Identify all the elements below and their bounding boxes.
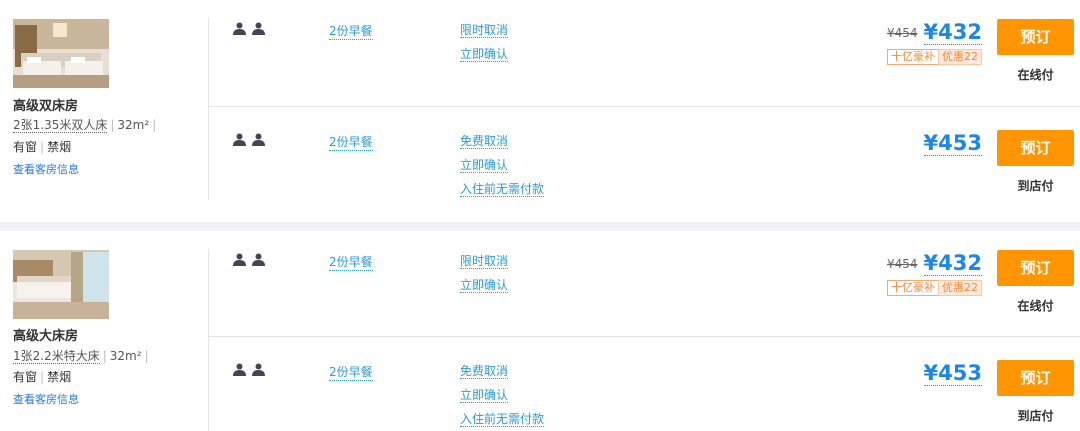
confirm-policy[interactable]: 立即确认 [460, 386, 544, 403]
room-area: 32m² [109, 349, 142, 363]
bed-type[interactable]: 2张1.35米双人床 [13, 118, 108, 133]
person-icon [233, 363, 246, 376]
confirm-policy[interactable]: 立即确认 [460, 156, 544, 173]
room-bed-info: 1张2.2米特大床 | 32m² | [13, 349, 149, 364]
cancel-policy[interactable]: 免费取消 [460, 132, 544, 149]
room-info: 高级大床房 1张2.2米特大床 | 32m² | 有窗 | 禁烟 查看客房信息 [0, 231, 208, 431]
policy-list: 免费取消 立即确认 入住前无需付款 [460, 132, 545, 204]
room-photo[interactable] [13, 250, 109, 319]
book-button[interactable]: 预订 [997, 130, 1074, 166]
meal-info[interactable]: 2份早餐 [329, 253, 373, 271]
discount-tag: 优惠22 [938, 280, 982, 296]
current-price[interactable]: ¥432 [923, 251, 982, 276]
current-price[interactable]: ¥453 [923, 131, 982, 156]
discount-tag: 优惠22 [938, 49, 982, 65]
smoking-info: 禁烟 [47, 370, 72, 384]
cancel-policy[interactable]: 免费取消 [460, 362, 544, 379]
occupancy [233, 253, 273, 269]
meal-info[interactable]: 2份早餐 [329, 22, 373, 40]
rate-row: 2份早餐 限时取消 立即确认 ¥454 ¥432 十亿豪补 优惠22 预订 在线付 [209, 231, 1080, 337]
room-area: 32m² [117, 118, 150, 132]
person-icon [233, 253, 246, 266]
payment-type: 到店付 [1017, 409, 1054, 423]
room-name: 高级大床房 [13, 329, 79, 344]
room-info: 高级双床房 2张1.35米双人床 | 32m² | 有窗 | 禁烟 查看客房信息 [0, 0, 208, 222]
bed-type[interactable]: 1张2.2米特大床 [13, 349, 100, 364]
cancel-policy[interactable]: 限时取消 [460, 21, 509, 38]
room-info-link[interactable]: 查看客房信息 [13, 161, 79, 177]
current-price[interactable]: ¥432 [923, 20, 982, 45]
window-info: 有窗 [13, 140, 38, 154]
confirm-policy[interactable]: 立即确认 [460, 45, 509, 62]
original-price: ¥454 [887, 257, 918, 271]
smoking-info: 禁烟 [47, 140, 72, 154]
meal-info[interactable]: 2份早餐 [329, 133, 373, 151]
price-box: ¥454 ¥432 十亿豪补 优惠22 [887, 20, 982, 65]
payment-policy[interactable]: 入住前无需付款 [460, 180, 545, 197]
room-card: 高级大床房 1张2.2米特大床 | 32m² | 有窗 | 禁烟 查看客房信息 2份早餐 … [0, 231, 1080, 431]
price-box: ¥454 ¥432 十亿豪补 优惠22 [887, 251, 982, 296]
payment-type: 在线付 [1017, 299, 1054, 313]
window-info: 有窗 [13, 370, 38, 384]
subsidy-tag: 十亿豪补 [887, 280, 939, 296]
room-extra: 有窗 | 禁烟 [13, 370, 72, 384]
room-card: 高级双床房 2张1.35米双人床 | 32m² | 有窗 | 禁烟 查看客房信息 2份早餐… [0, 0, 1080, 222]
policy-list: 免费取消 立即确认 入住前无需付款 [460, 362, 545, 431]
discount-tags: 十亿豪补 优惠22 [887, 49, 982, 65]
payment-policy[interactable]: 入住前无需付款 [460, 410, 545, 427]
room-name: 高级双床房 [13, 99, 79, 114]
confirm-policy[interactable]: 立即确认 [460, 276, 509, 293]
policy-list: 限时取消 立即确认 [460, 21, 509, 69]
book-button[interactable]: 预订 [997, 360, 1074, 396]
rate-row: 2份早餐 免费取消 立即确认 入住前无需付款 ¥453 预订 到店付 [209, 337, 1080, 431]
person-icon [252, 22, 265, 35]
price-box: ¥453 [923, 361, 982, 386]
meal-info[interactable]: 2份早餐 [329, 363, 373, 381]
section-gap [0, 222, 1080, 231]
room-bed-info: 2张1.35米双人床 | 32m² | [13, 118, 157, 133]
current-price[interactable]: ¥453 [923, 361, 982, 386]
rate-row: 2份早餐 免费取消 立即确认 入住前无需付款 ¥453 预订 到店付 [209, 107, 1080, 207]
original-price: ¥454 [887, 26, 918, 40]
person-icon [233, 22, 246, 35]
price-box: ¥453 [923, 131, 982, 156]
payment-type: 到店付 [1017, 179, 1054, 193]
book-button[interactable]: 预订 [997, 19, 1074, 55]
person-icon [252, 253, 265, 266]
book-button[interactable]: 预订 [997, 250, 1074, 286]
policy-list: 限时取消 立即确认 [460, 252, 509, 300]
room-photo[interactable] [13, 19, 109, 88]
occupancy [233, 363, 273, 379]
cancel-policy[interactable]: 限时取消 [460, 252, 509, 269]
person-icon [252, 363, 265, 376]
payment-type: 在线付 [1017, 68, 1054, 82]
room-info-link[interactable]: 查看客房信息 [13, 391, 79, 407]
discount-tags: 十亿豪补 优惠22 [887, 280, 982, 296]
person-icon [252, 133, 265, 146]
subsidy-tag: 十亿豪补 [887, 49, 939, 65]
person-icon [233, 133, 246, 146]
room-extra: 有窗 | 禁烟 [13, 140, 72, 154]
occupancy [233, 22, 273, 38]
rate-row: 2份早餐 限时取消 立即确认 ¥454 ¥432 十亿豪补 优惠22 预订 在线付 [209, 0, 1080, 107]
occupancy [233, 133, 273, 149]
